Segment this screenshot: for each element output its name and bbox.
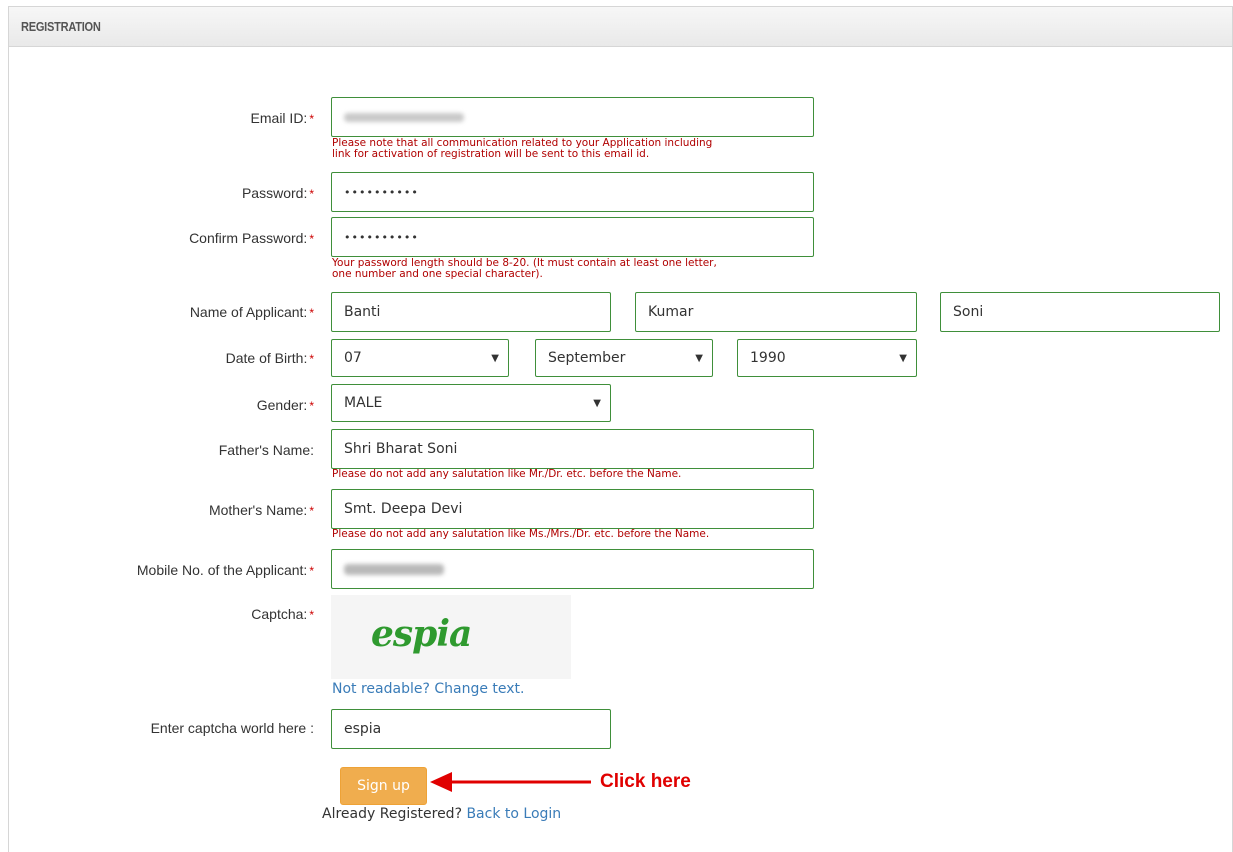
password-label: Password: *: [241, 185, 314, 201]
chevron-down-icon: ▼: [695, 353, 703, 364]
dob-year-select[interactable]: 1990 ▼: [737, 339, 917, 377]
signup-button[interactable]: Sign up: [340, 767, 427, 805]
chevron-down-icon: ▼: [899, 353, 907, 364]
gender-label: Gender: *: [256, 397, 314, 413]
captcha-text: espia: [371, 613, 472, 655]
captcha-image: espia: [331, 595, 571, 679]
change-captcha-link[interactable]: Not readable? Change text.: [332, 681, 525, 697]
password-field[interactable]: ••••••••••: [331, 172, 814, 212]
confirm-password-label: Confirm Password: *: [189, 230, 314, 246]
email-field[interactable]: [331, 97, 814, 137]
email-label: Email ID: *: [250, 110, 314, 126]
dob-month-value: September: [548, 350, 626, 366]
dob-day-select[interactable]: 07 ▼: [331, 339, 509, 377]
middle-name-field[interactable]: Kumar: [635, 292, 917, 332]
last-name-field[interactable]: Soni: [940, 292, 1220, 332]
dob-year-value: 1990: [750, 350, 786, 366]
panel-header: REGISTRATION: [9, 7, 1232, 47]
confirm-password-value: ••••••••••: [344, 230, 419, 244]
mother-name-label: Mother's Name: *: [208, 502, 314, 518]
password-value: ••••••••••: [344, 185, 419, 199]
email-hint-2: link for activation of registration will…: [332, 148, 650, 160]
father-name-field[interactable]: Shri Bharat Soni: [331, 429, 814, 469]
dob-label: Date of Birth: *: [225, 350, 314, 366]
mobile-label: Mobile No. of the Applicant: *: [136, 562, 314, 578]
captcha-entry-label: Enter captcha world here :: [150, 720, 314, 736]
chevron-down-icon: ▼: [491, 353, 499, 364]
password-hint-2: one number and one special character).: [332, 268, 543, 280]
mobile-field[interactable]: [331, 549, 814, 589]
father-name-label: Father's Name:: [218, 442, 314, 458]
chevron-down-icon: ▼: [593, 398, 601, 409]
back-to-login-link[interactable]: Back to Login: [466, 806, 561, 822]
redacted-mobile: [344, 563, 444, 575]
captcha-input[interactable]: espia: [331, 709, 611, 749]
already-registered-text: Already Registered?: [322, 806, 462, 822]
first-name-field[interactable]: Banti: [331, 292, 611, 332]
mother-name-hint: Please do not add any salutation like Ms…: [332, 528, 710, 540]
captcha-label: Captcha: *: [251, 606, 314, 622]
click-here-annotation: Click here: [600, 771, 691, 792]
father-name-hint: Please do not add any salutation like Mr…: [332, 468, 682, 480]
already-registered: Already Registered? Back to Login: [322, 806, 561, 822]
gender-value: MALE: [344, 395, 383, 411]
arrow-left-icon: [430, 772, 591, 792]
confirm-password-field[interactable]: ••••••••••: [331, 217, 814, 257]
redacted-email: [344, 112, 464, 122]
gender-select[interactable]: MALE ▼: [331, 384, 611, 422]
name-label: Name of Applicant: *: [189, 304, 314, 320]
panel-title: REGISTRATION: [21, 19, 101, 34]
dob-day-value: 07: [344, 350, 362, 366]
dob-month-select[interactable]: September ▼: [535, 339, 713, 377]
mother-name-field[interactable]: Smt. Deepa Devi: [331, 489, 814, 529]
